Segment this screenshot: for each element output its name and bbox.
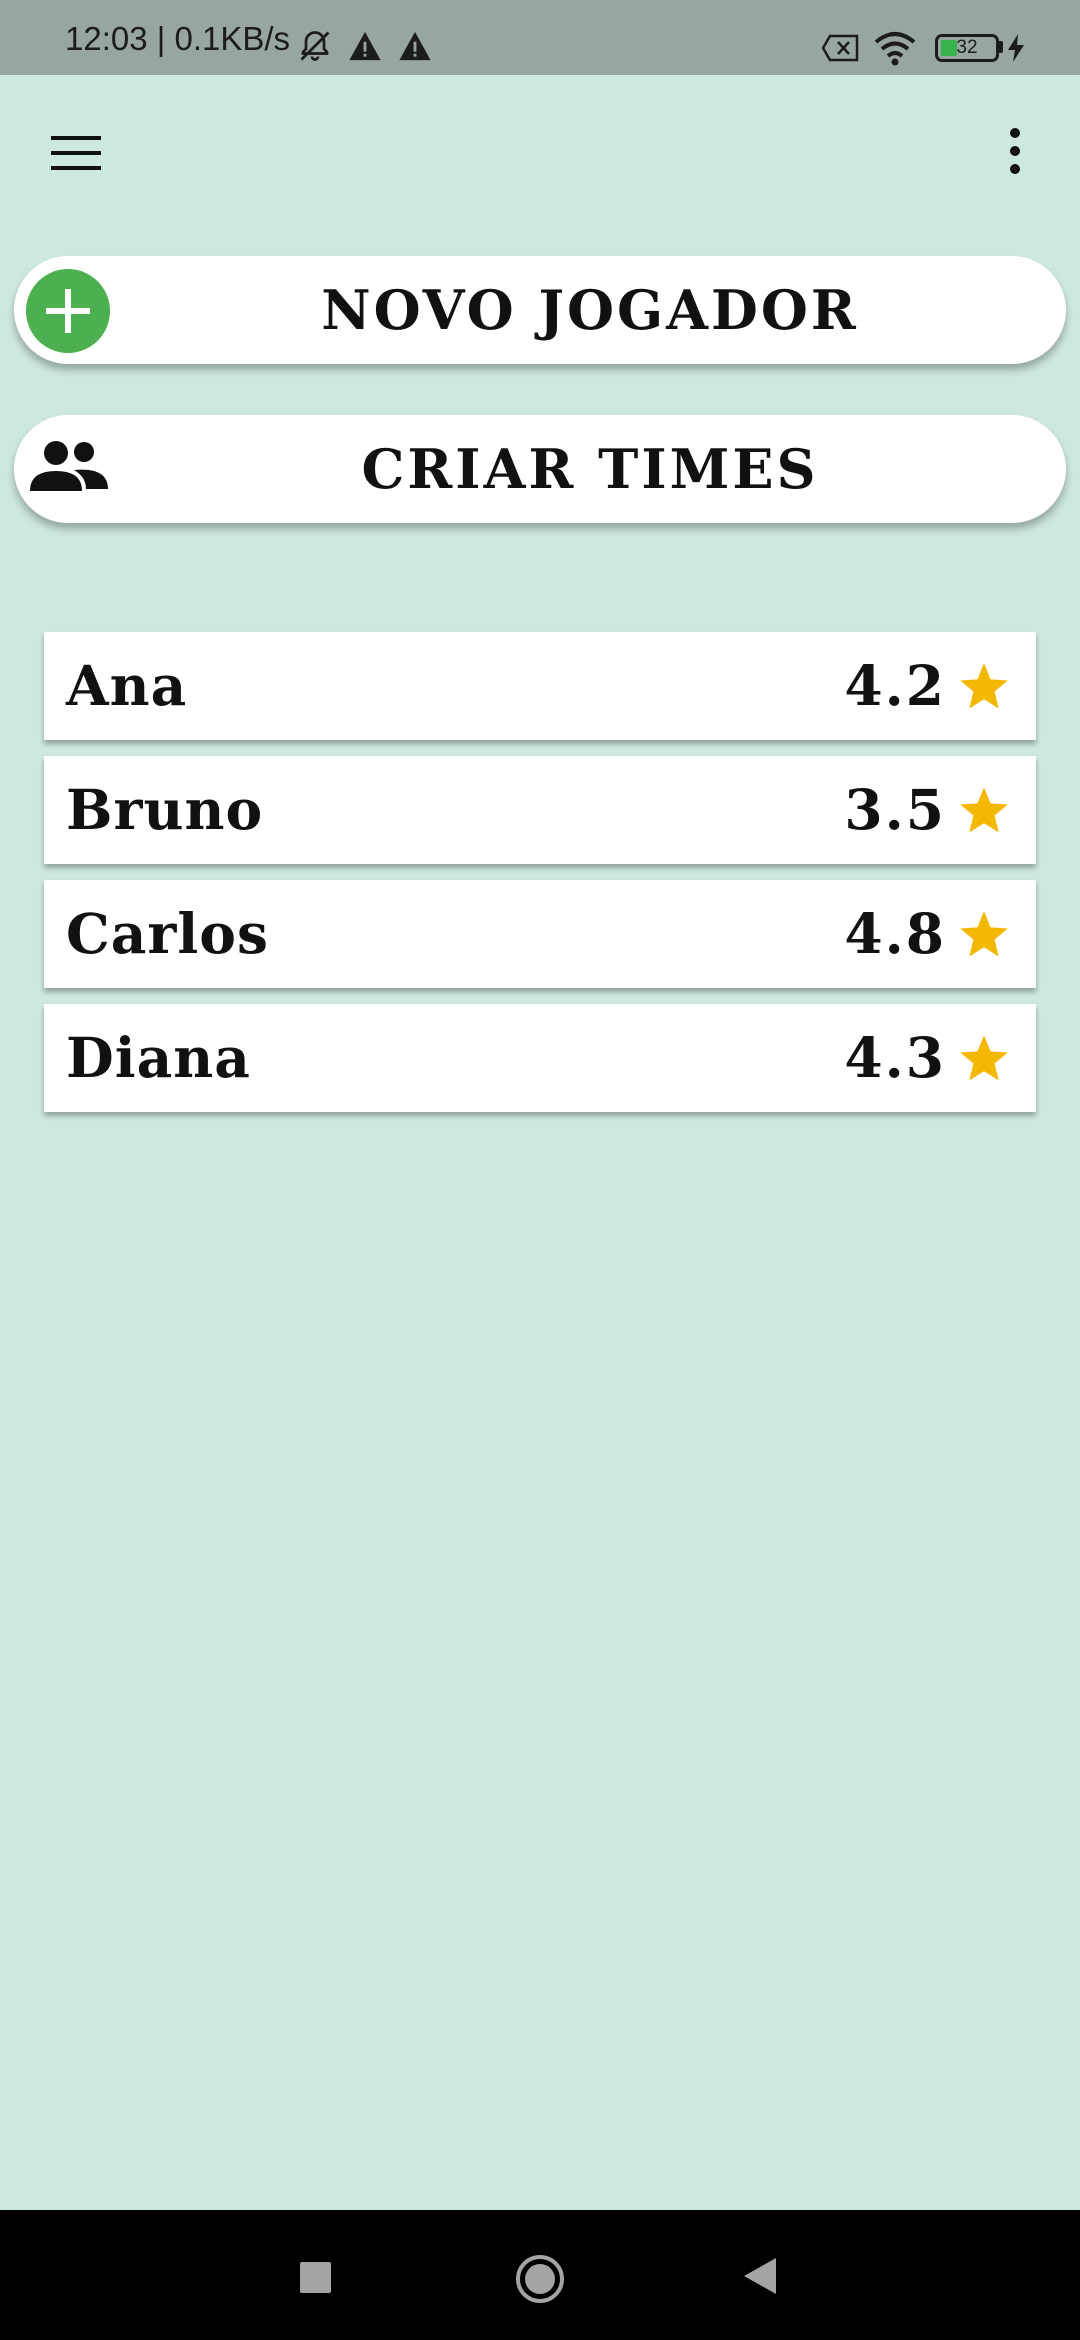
player-rating: 4.8 xyxy=(844,901,946,966)
new-player-button[interactable]: NOVO JOGADOR xyxy=(14,256,1066,364)
warning-icon xyxy=(349,31,381,61)
more-vertical-icon[interactable] xyxy=(995,120,1035,182)
create-teams-button[interactable]: CRIAR TIMES xyxy=(14,415,1066,523)
star-icon xyxy=(960,1035,1008,1081)
star-icon xyxy=(960,787,1008,833)
create-teams-label: CRIAR TIMES xyxy=(361,437,819,501)
star-icon xyxy=(960,911,1008,957)
charging-icon xyxy=(1008,34,1024,62)
player-name: Diana xyxy=(66,1025,251,1090)
system-navigation-bar xyxy=(0,2210,1080,2340)
back-button[interactable] xyxy=(742,2256,778,2296)
player-list-item[interactable]: Ana 4.2 xyxy=(44,632,1036,740)
player-rating: 3.5 xyxy=(844,777,946,842)
player-name: Carlos xyxy=(66,901,269,966)
star-icon xyxy=(960,663,1008,709)
player-name: Bruno xyxy=(66,777,264,842)
player-name: Ana xyxy=(66,653,188,718)
battery-cap xyxy=(999,41,1003,53)
muted-bell-icon xyxy=(300,31,330,61)
hamburger-menu-icon[interactable] xyxy=(45,125,109,181)
home-button[interactable] xyxy=(515,2254,565,2304)
recents-button[interactable] xyxy=(300,2262,331,2293)
wifi-icon xyxy=(874,32,916,66)
battery-level: 32 xyxy=(956,37,978,58)
player-rating: 4.3 xyxy=(844,1025,946,1090)
player-rating: 4.2 xyxy=(844,653,946,718)
new-player-label: NOVO JOGADOR xyxy=(321,278,859,342)
close-box-icon xyxy=(822,34,859,62)
warning-icon xyxy=(399,31,431,61)
player-list-item[interactable]: Bruno 3.5 xyxy=(44,756,1036,864)
status-bar: 12:03 | 0.1KB/s 32 xyxy=(0,0,1080,75)
player-list-item[interactable]: Carlos 4.8 xyxy=(44,880,1036,988)
player-list-item[interactable]: Diana 4.3 xyxy=(44,1004,1036,1112)
status-time-speed: 12:03 | 0.1KB/s xyxy=(65,20,291,57)
battery-icon: 32 xyxy=(935,34,999,62)
